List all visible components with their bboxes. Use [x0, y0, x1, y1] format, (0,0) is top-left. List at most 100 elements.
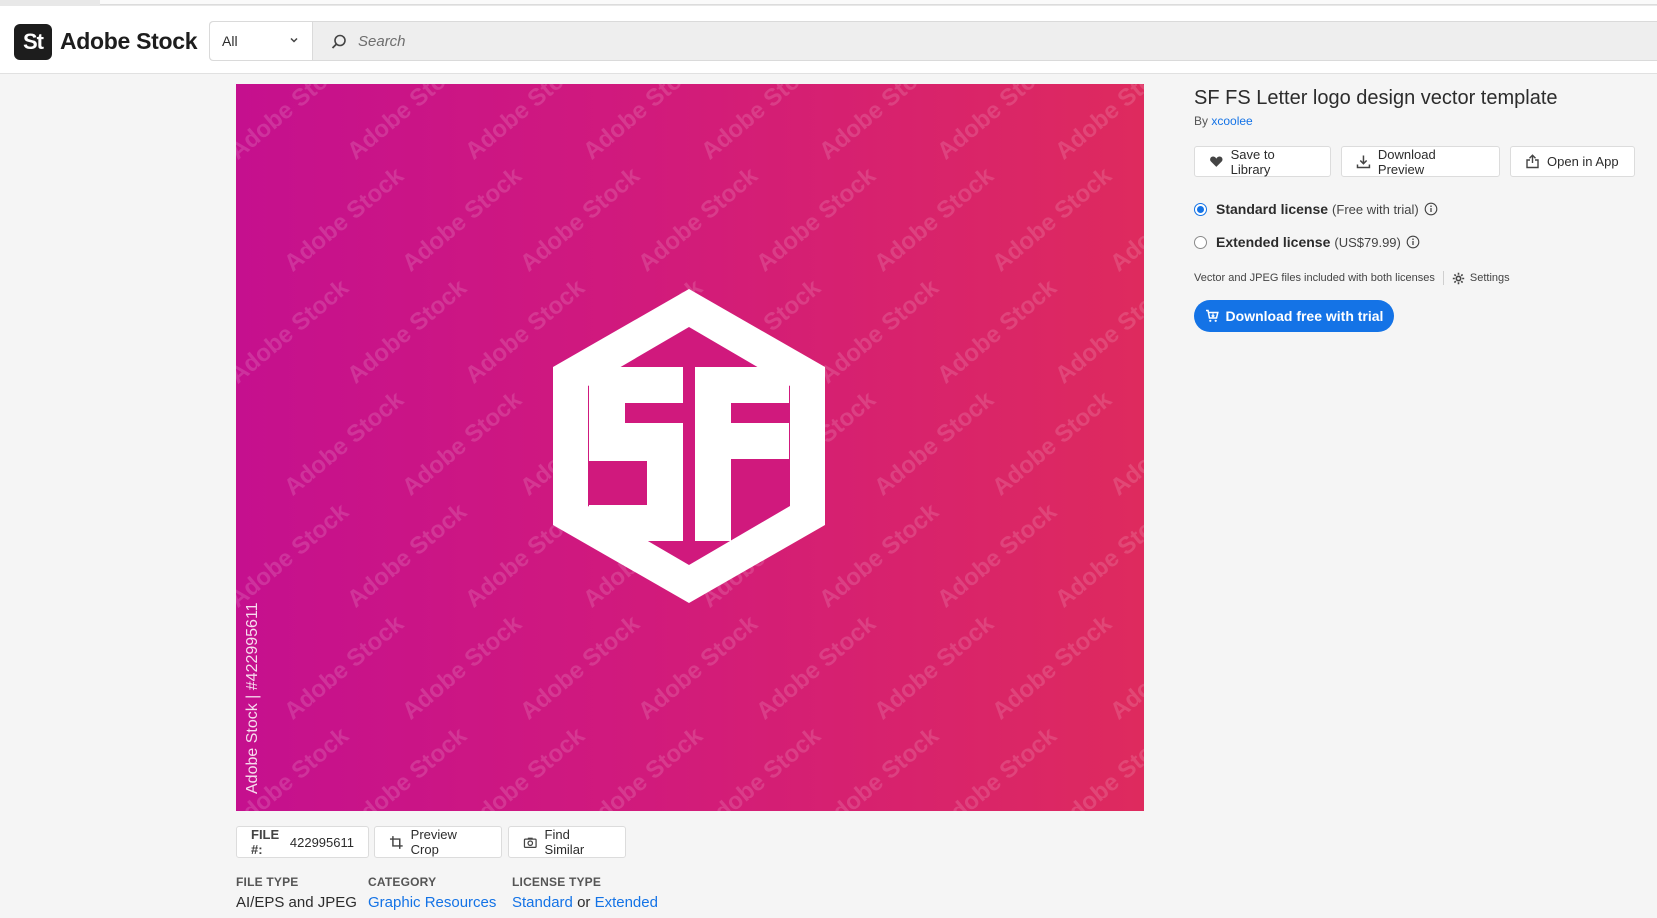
extended-license-name: Extended license: [1216, 234, 1331, 250]
watermark-text: Adobe Stock: [814, 498, 944, 614]
fact-category: CATEGORY Graphic Resources: [368, 875, 496, 911]
download-free-trial-button[interactable]: Download free with trial: [1194, 300, 1394, 332]
standard-license-option[interactable]: Standard license (Free with trial): [1194, 201, 1438, 217]
search-scope-value: All: [222, 33, 238, 49]
asset-byline: By xcoolee: [1194, 114, 1253, 128]
divider: [1442, 271, 1444, 285]
watermark-text: Adobe Stock: [460, 84, 590, 166]
preview-crop-label: Preview Crop: [410, 827, 457, 857]
watermark-text: Adobe Stock: [869, 610, 999, 726]
watermark-text: Adobe Stock: [932, 722, 1062, 811]
watermark-text: Adobe Stock: [578, 722, 708, 811]
license-standard-link[interactable]: Standard: [512, 894, 573, 911]
search-bar: All: [209, 21, 1657, 61]
watermark-text: Adobe Stock: [1050, 722, 1144, 811]
watermark-text: Adobe Stock: [460, 722, 590, 811]
watermark-text: Adobe Stock: [397, 162, 527, 278]
license-extended-link[interactable]: Extended: [595, 894, 658, 911]
watermark-text: Adobe Stock: [633, 610, 763, 726]
gear-icon[interactable]: [1452, 272, 1465, 285]
watermark-text: Adobe Stock: [696, 84, 826, 166]
find-similar-button[interactable]: Find Similar: [508, 826, 626, 858]
save-to-library-label: Save to Library: [1230, 146, 1275, 177]
watermark-text: Adobe Stock: [1050, 498, 1144, 614]
watermark-text: Adobe Stock: [633, 162, 763, 278]
file-number-label: FILE #:: [251, 827, 280, 857]
search-scope-dropdown[interactable]: All: [210, 22, 313, 60]
cart-icon: [1205, 309, 1219, 322]
watermark-text: Adobe Stock: [814, 722, 944, 811]
find-similar-label: Find Similar: [544, 827, 585, 857]
license-or-text: or: [577, 894, 591, 911]
info-icon[interactable]: [1424, 202, 1438, 216]
extended-license-radio[interactable]: [1194, 235, 1207, 249]
watermark-text: Adobe Stock: [397, 610, 527, 726]
watermark-text: Adobe Stock: [932, 274, 1062, 390]
watermark-text: Adobe Stock: [869, 162, 999, 278]
watermark-text: Adobe Stock: [342, 498, 472, 614]
category-link[interactable]: Graphic Resources: [368, 894, 496, 911]
watermark-text: Adobe Stock: [279, 610, 409, 726]
adobe-stock-logo-icon[interactable]: St: [14, 24, 52, 60]
asset-preview-image[interactable]: Adobe Stock Adobe Stock Adobe Stock Adobe S…: [236, 84, 1144, 811]
download-icon: [1356, 155, 1371, 169]
watermark-text: Adobe Stock: [515, 162, 645, 278]
heart-icon: [1210, 156, 1223, 167]
search-input[interactable]: [358, 28, 1638, 54]
watermark-text: Adobe Stock: [869, 386, 999, 502]
watermark-text: Adobe Stock: [987, 610, 1117, 726]
watermark-text: Adobe Stock: [1050, 274, 1144, 390]
watermark-text: Adobe Stock: [578, 84, 708, 166]
fact-file-type-value: AI/EPS and JPEG: [236, 894, 357, 911]
watermark-text: Adobe Stock: [279, 162, 409, 278]
download-preview-button[interactable]: Download Preview: [1341, 146, 1500, 177]
watermark-text: Adobe Stock: [236, 498, 354, 614]
watermark-text: Adobe Stock: [814, 84, 944, 166]
watermark-text: Adobe Stock: [1050, 84, 1144, 166]
fact-file-type: FILE TYPE AI/EPS and JPEG: [236, 875, 357, 911]
watermark-text: Adobe Stock: [342, 274, 472, 390]
standard-license-radio[interactable]: [1194, 202, 1207, 216]
extended-license-option[interactable]: Extended license (US$79.99): [1194, 234, 1420, 250]
site-header: St Adobe Stock All: [0, 6, 1657, 74]
save-to-library-button[interactable]: Save to Library: [1194, 146, 1331, 177]
download-preview-label: Download Preview: [1377, 146, 1436, 177]
asset-title: SF FS Letter logo design vector template: [1194, 87, 1558, 109]
file-number-value: 422995611: [289, 834, 354, 850]
share-icon: [1526, 154, 1539, 169]
preview-crop-button[interactable]: Preview Crop: [374, 826, 502, 858]
brand-name[interactable]: Adobe Stock: [60, 28, 198, 55]
fact-license-type-heading: LICENSE TYPE: [512, 875, 602, 889]
license-included-text: Vector and JPEG files included with both…: [1194, 272, 1435, 284]
fact-license-type: LICENSE TYPE Standard or Extended: [512, 875, 658, 911]
fact-category-heading: CATEGORY: [368, 875, 437, 889]
watermark-text: Adobe Stock: [751, 162, 881, 278]
watermark-text: Adobe Stock: [751, 610, 881, 726]
chevron-down-icon: [290, 37, 298, 43]
byline-prefix: By: [1194, 114, 1209, 128]
author-link[interactable]: xcoolee: [1211, 114, 1252, 128]
open-in-app-button[interactable]: Open in App: [1510, 146, 1635, 177]
watermark-text: Adobe Stock: [814, 274, 944, 390]
watermark-text: Adobe Stock: [932, 498, 1062, 614]
fact-file-type-heading: FILE TYPE: [236, 875, 299, 889]
open-in-app-label: Open in App: [1547, 154, 1619, 169]
standard-license-name: Standard license: [1216, 201, 1329, 217]
download-free-trial-label: Download free with trial: [1225, 308, 1384, 324]
extended-license-note: (US$79.99): [1334, 234, 1401, 250]
vertical-watermark-id: Adobe Stock | #422995611: [244, 602, 261, 794]
file-number-chip: FILE #: 422995611: [236, 826, 369, 858]
watermark-text: Adobe Stock: [236, 84, 354, 166]
camera-icon: [523, 837, 537, 848]
settings-link[interactable]: Settings: [1470, 272, 1510, 284]
watermark-text: Adobe Stock: [342, 722, 472, 811]
watermark-text: Adobe Stock: [515, 610, 645, 726]
info-icon[interactable]: [1406, 235, 1420, 249]
crop-icon: [389, 835, 403, 849]
standard-license-note: (Free with trial): [1332, 201, 1419, 217]
watermark-text: Adobe Stock: [279, 386, 409, 502]
watermark-text: Adobe Stock: [397, 386, 527, 502]
watermark-text: Adobe Stock: [696, 722, 826, 811]
search-icon: [331, 34, 346, 49]
watermark-text: Adobe Stock: [236, 274, 354, 390]
